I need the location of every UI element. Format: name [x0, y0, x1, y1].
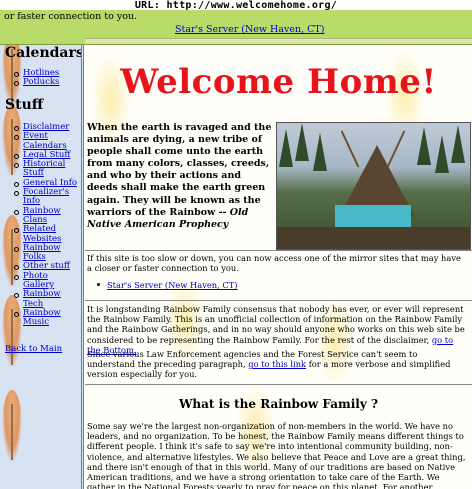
stuff-heading: Stuff [5, 97, 44, 113]
stuff-item: Photo Gallery [0, 271, 79, 291]
stuff-link-historical-stuff[interactable]: Historical Stuff [23, 159, 65, 178]
page-title: Welcome Home! [120, 62, 437, 102]
divider [85, 384, 472, 385]
photo-tree [417, 127, 431, 165]
mirror-notice: If this site is too slow or down, you ca… [87, 253, 461, 274]
stuff-link-rainbow-folks[interactable]: Rainbow Folks [23, 243, 61, 262]
photo-tree [451, 125, 465, 163]
feather-decoration [2, 390, 22, 462]
calendars-heading: Calendars [5, 45, 84, 61]
top-frame: or faster connection to you. Star's Serv… [0, 10, 472, 45]
stuff-item: Focalizer's Info [0, 187, 79, 207]
photo-tree [313, 133, 327, 171]
stuff-link-photo-gallery[interactable]: Photo Gallery [23, 271, 54, 290]
photo-tree [295, 123, 309, 161]
stuff-item: Rainbow Tech [0, 290, 79, 309]
top-frame-text: or faster connection to you. [4, 11, 138, 22]
top-frame-server-item: Star's Server (New Haven, CT) [175, 23, 324, 36]
main-content: Welcome Home! When the earth is ravaged … [85, 45, 472, 489]
mirror-server-link[interactable]: Star's Server (New Haven, CT) [107, 280, 238, 290]
stuff-item: Rainbow Music [0, 308, 79, 328]
stuff-item: Rainbow Clans [0, 206, 79, 226]
stuff-list: Disclaimer Event Calendars Legal Stuff Hist… [0, 122, 79, 328]
divider [85, 250, 472, 251]
prophecy-text: When the earth is ravaged and the animal… [87, 122, 272, 230]
rainbow-family-paragraph: Some say we're the largest non-organizat… [87, 421, 466, 489]
url-bar: URL: http://www.welcomehome.org/ [0, 0, 472, 11]
stuff-item: Related Websites [0, 225, 79, 244]
frame-divider [85, 38, 472, 44]
section-heading: What is the Rainbow Family ? [178, 397, 379, 411]
disclaimer-paragraph: It is longstanding Rainbow Family consen… [87, 304, 465, 355]
verbose-version-link[interactable]: go to this link [248, 359, 306, 369]
stuff-item: Historical Stuff [0, 159, 79, 179]
divider [85, 300, 472, 301]
photo-ground [277, 227, 470, 249]
calendar-item: Potlucks [0, 78, 79, 87]
mirror-item: Star's Server (New Haven, CT) [97, 280, 238, 290]
sidebar: Calendars Hotlines Potlucks Stuff Disclai… [0, 45, 84, 489]
mirror-list: Star's Server (New Haven, CT) [97, 280, 238, 290]
photo-tree [279, 129, 293, 167]
stuff-item: Rainbow Folks [0, 243, 79, 263]
stuff-link-focalizer-s-info[interactable]: Focalizer's Info [23, 187, 69, 206]
stuff-link-rainbow-clans[interactable]: Rainbow Clans [23, 206, 61, 225]
stuff-item: Event Calendars [0, 132, 79, 151]
stuff-link-rainbow-tech[interactable]: Rainbow Tech [23, 289, 61, 309]
stuff-link-rainbow-music[interactable]: Rainbow Music [23, 308, 61, 327]
gathering-photo [276, 122, 471, 250]
back-to-main-link[interactable]: Back to Main [5, 344, 62, 354]
law-enforcement-paragraph: Since various Law Enforcement agencies a… [87, 349, 451, 380]
stuff-link-related-websites[interactable]: Related Websites [23, 224, 61, 244]
photo-tree [435, 135, 449, 173]
top-frame-server-link[interactable]: Star's Server (New Haven, CT) [175, 24, 324, 35]
stuff-link-event-calendars[interactable]: Event Calendars [23, 131, 67, 151]
calendars-list: Hotlines Potlucks [0, 68, 79, 88]
calendar-link-potlucks[interactable]: Potlucks [23, 77, 59, 87]
